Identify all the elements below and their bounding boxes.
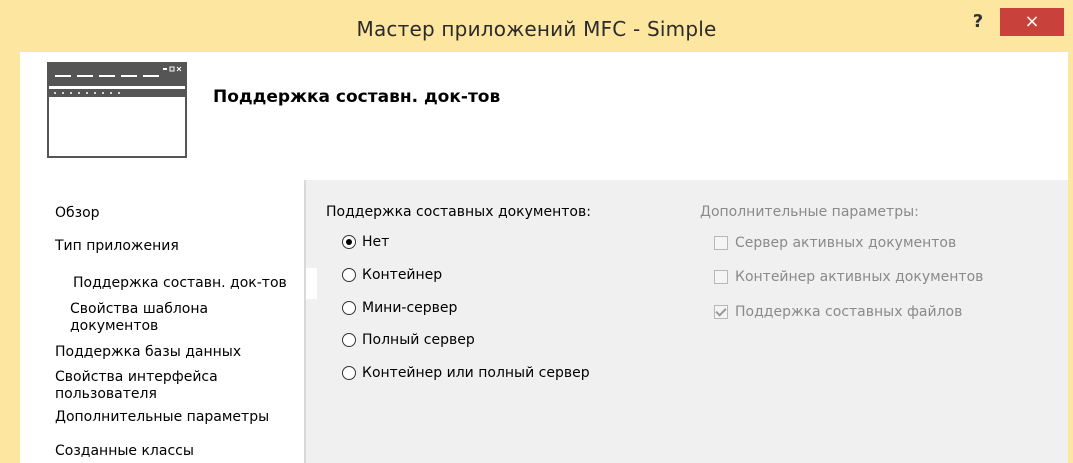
nav-item-compound-docs[interactable]: Поддержка составн. док-тов	[64, 268, 317, 299]
nav-item-overview[interactable]: Обзор	[55, 205, 100, 222]
wizard-window-icon	[47, 62, 187, 158]
nav-divider	[304, 180, 306, 463]
close-button[interactable]: ×	[1000, 8, 1064, 36]
checkbox-active-doc-container[interactable]: Контейнер активных документов	[714, 267, 983, 287]
nav-item-ui-features[interactable]: Свойства интерфейса пользователя	[55, 369, 255, 403]
radio-label: Полный сервер	[362, 332, 475, 348]
radio-option-container[interactable]: Контейнер	[342, 265, 442, 285]
nav-item-doc-template[interactable]: Свойства шаблона документов	[70, 301, 270, 335]
checkbox-label: Контейнер активных документов	[735, 269, 984, 285]
radio-option-full-server[interactable]: Полный сервер	[342, 330, 475, 350]
wizard-header: Поддержка составн. док-тов	[20, 52, 1068, 180]
nav-item-app-type[interactable]: Тип приложения	[55, 238, 179, 255]
title-bar[interactable]: Мастер приложений MFC - Simple ? ×	[0, 0, 1073, 52]
radio-option-mini-server[interactable]: Мини-сервер	[342, 298, 457, 318]
nav-item-generated-classes[interactable]: Созданные классы	[55, 443, 194, 460]
page-title: Поддержка составн. док-тов	[213, 87, 501, 107]
wizard-nav: Обзор Тип приложения Поддержка составн. …	[20, 180, 317, 463]
checkbox-compound-files[interactable]: Поддержка составных файлов	[714, 302, 962, 322]
mfc-wizard-window: Мастер приложений MFC - Simple ? × Подде…	[0, 0, 1073, 463]
radio-label: Мини-сервер	[362, 300, 458, 316]
checkbox-active-doc-server[interactable]: Сервер активных документов	[714, 233, 956, 253]
extra-options-heading: Дополнительные параметры:	[700, 204, 919, 220]
radio-label: Контейнер	[362, 267, 443, 283]
radio-button[interactable]	[342, 366, 356, 380]
checkbox[interactable]	[714, 270, 728, 284]
checkbox[interactable]	[714, 305, 728, 319]
window-title: Мастер приложений MFC - Simple	[356, 17, 717, 41]
checkbox-label: Сервер активных документов	[735, 235, 957, 251]
checkbox-label: Поддержка составных файлов	[735, 304, 963, 320]
radio-label: Нет	[362, 234, 390, 250]
window-frame-left	[0, 0, 20, 463]
nav-item-database[interactable]: Поддержка базы данных	[55, 344, 241, 361]
radio-label: Контейнер или полный сервер	[362, 365, 590, 381]
radio-button[interactable]	[342, 235, 356, 249]
window-frame-right	[1068, 0, 1073, 463]
radio-option-container-or-full-server[interactable]: Контейнер или полный сервер	[342, 363, 590, 383]
wizard-body: Обзор Тип приложения Поддержка составн. …	[20, 180, 1068, 463]
compound-docs-heading: Поддержка составных документов:	[326, 204, 591, 220]
radio-button[interactable]	[342, 301, 356, 315]
radio-option-none[interactable]: Нет	[342, 232, 389, 252]
radio-button[interactable]	[342, 268, 356, 282]
radio-button[interactable]	[342, 333, 356, 347]
checkbox[interactable]	[714, 236, 728, 250]
help-button[interactable]: ?	[960, 8, 996, 36]
nav-item-advanced[interactable]: Дополнительные параметры	[55, 409, 269, 426]
